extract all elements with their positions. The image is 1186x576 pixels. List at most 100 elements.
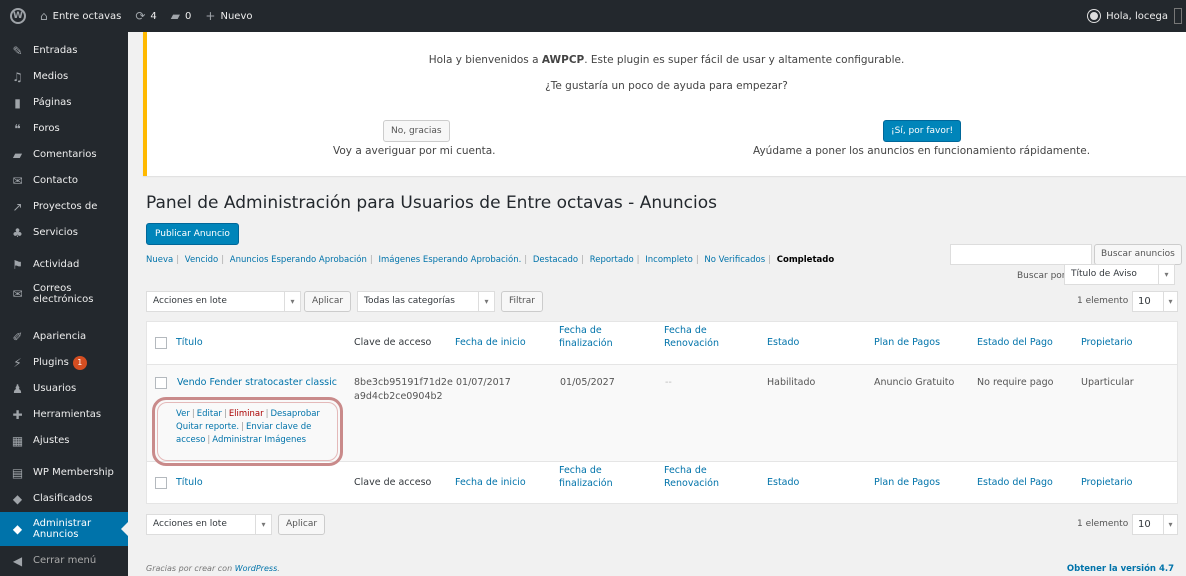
sidebar-item-herramientas[interactable]: ✚ Herramientas bbox=[0, 404, 128, 426]
updates-icon: ⟳ bbox=[135, 9, 146, 23]
sidebar-item-actividad[interactable]: ⚑ Actividad bbox=[0, 254, 128, 276]
activity-icon: ⚑ bbox=[12, 258, 23, 272]
row-checkbox[interactable] bbox=[155, 377, 167, 389]
sidebar-item-administrar-anuncios[interactable]: ◆ Administrar Anuncios bbox=[0, 512, 128, 546]
sidebar-item-servicios[interactable]: ♣ Servicios bbox=[0, 222, 128, 244]
sidebar-item-correos[interactable]: ✉ Correos electrónicos bbox=[0, 280, 128, 308]
row-actions-highlight-inner bbox=[157, 402, 338, 461]
ad-title-link[interactable]: Vendo Fender stratocaster classic bbox=[177, 377, 337, 388]
forums-icon: ❝ bbox=[14, 122, 21, 136]
sidebar-item-comentarios[interactable]: ▰ Comentarios bbox=[0, 144, 128, 166]
greeting[interactable]: Hola, locega bbox=[1106, 11, 1168, 22]
notice-question: ¿Te gustaría un poco de ayuda para empez… bbox=[545, 80, 788, 92]
chevron-down-icon: ▾ bbox=[478, 291, 494, 312]
plus-icon: + bbox=[205, 9, 216, 23]
media-icon: ♫ bbox=[12, 70, 23, 84]
filter-reportado[interactable]: Reportado bbox=[590, 255, 634, 265]
users-icon: ♟ bbox=[12, 382, 23, 396]
sidebar-item-medios[interactable]: ♫ Medios bbox=[0, 66, 128, 88]
filter-no-verificados[interactable]: No Verificados bbox=[704, 255, 765, 265]
column-end-date[interactable]: Fecha de finalización bbox=[559, 324, 613, 350]
payment-plan-value: Anuncio Gratuito bbox=[874, 377, 955, 388]
site-name-link[interactable]: ⌂ Entre octavas bbox=[40, 9, 121, 23]
column-owner[interactable]: Propietario bbox=[1081, 337, 1133, 348]
column-end-date-bottom[interactable]: Fecha de finalización bbox=[559, 464, 613, 490]
collapse-icon: ◀ bbox=[12, 554, 23, 568]
search-input[interactable] bbox=[950, 244, 1092, 265]
filter-incompleto[interactable]: Incompleto bbox=[645, 255, 693, 265]
comments-link[interactable]: ▰ 0 bbox=[171, 9, 192, 23]
avatar[interactable] bbox=[1088, 10, 1101, 22]
column-payment-plan[interactable]: Plan de Pagos bbox=[874, 337, 940, 348]
column-title-bottom[interactable]: Título bbox=[176, 477, 203, 488]
column-renewal-date[interactable]: Fecha de Renovación bbox=[664, 324, 719, 350]
column-payment-status-bottom[interactable]: Estado del Pago bbox=[977, 477, 1053, 488]
chevron-down-icon: ▾ bbox=[1163, 291, 1177, 312]
column-title[interactable]: Título bbox=[176, 337, 203, 348]
filter-awaiting-approval[interactable]: Anuncios Esperando Aprobación bbox=[230, 255, 367, 265]
filter-nueva[interactable]: Nueva bbox=[146, 255, 173, 265]
sidebar-item-usuarios[interactable]: ♟ Usuarios bbox=[0, 378, 128, 400]
column-payment-status[interactable]: Estado del Pago bbox=[977, 337, 1053, 348]
search-by-select[interactable]: Título de Aviso ▾ bbox=[1064, 264, 1175, 285]
column-access-key-bottom: Clave de acceso bbox=[354, 477, 432, 488]
publish-ad-button[interactable]: Publicar Anuncio bbox=[146, 223, 239, 245]
sidebar-item-plugins[interactable]: ⚡ Plugins 1 bbox=[0, 352, 128, 374]
access-key-line-1: 8be3cb95191f71d2e bbox=[354, 377, 453, 388]
filter-vencido[interactable]: Vencido bbox=[185, 255, 218, 265]
bulk-actions-select-bottom[interactable]: Acciones en lote ▾ bbox=[146, 514, 272, 535]
sidebar-item-entradas[interactable]: ✎ Entradas bbox=[0, 40, 128, 62]
status-value: Habilitado bbox=[767, 377, 816, 388]
filter-button[interactable]: Filtrar bbox=[501, 291, 543, 312]
sidebar-item-apariencia[interactable]: ✐ Apariencia bbox=[0, 326, 128, 348]
column-status-bottom[interactable]: Estado bbox=[767, 477, 799, 488]
column-owner-bottom[interactable]: Propietario bbox=[1081, 477, 1133, 488]
projects-icon: ↗ bbox=[12, 200, 23, 214]
wordpress-logo[interactable]: W bbox=[10, 8, 26, 24]
yes-please-description: Ayúdame a poner los anuncios en funciona… bbox=[753, 145, 1091, 157]
column-renewal-date-bottom[interactable]: Fecha de Renovación bbox=[664, 464, 719, 490]
column-payment-plan-bottom[interactable]: Plan de Pagos bbox=[874, 477, 940, 488]
search-ads-button[interactable]: Buscar anuncios bbox=[1094, 244, 1182, 265]
per-page-select-bottom[interactable]: 10 ▾ bbox=[1132, 514, 1178, 535]
filter-destacado[interactable]: Destacado bbox=[533, 255, 578, 265]
page-title: Panel de Administración para Usuarios de… bbox=[146, 193, 717, 213]
sidebar-item-proyectos[interactable]: ↗ Proyectos de bbox=[0, 196, 128, 218]
apply-button-top[interactable]: Aplicar bbox=[304, 291, 352, 312]
sidebar-item-foros[interactable]: ❝ Foros bbox=[0, 118, 128, 140]
sidebar-item-wp-membership[interactable]: ▤ WP Membership bbox=[0, 462, 128, 484]
get-version-link[interactable]: Obtener la versión 4.7 bbox=[1067, 564, 1174, 574]
apply-button-bottom[interactable]: Aplicar bbox=[278, 514, 326, 535]
item-count-bottom: 1 elemento bbox=[1077, 519, 1129, 529]
sidebar-item-ajustes[interactable]: ▦ Ajustes bbox=[0, 430, 128, 452]
column-start-date-bottom[interactable]: Fecha de inicio bbox=[455, 477, 526, 488]
sidebar-collapse-menu[interactable]: ◀ Cerrar menú bbox=[0, 550, 128, 572]
wordpress-icon: W bbox=[10, 8, 26, 24]
new-content-link[interactable]: + Nuevo bbox=[205, 9, 252, 23]
filter-images-awaiting[interactable]: Imágenes Esperando Aprobación. bbox=[378, 255, 521, 265]
filter-completado[interactable]: Completado bbox=[777, 255, 834, 265]
column-start-date[interactable]: Fecha de inicio bbox=[455, 337, 526, 348]
select-all-checkbox[interactable] bbox=[155, 337, 167, 349]
search-by-label: Buscar por: bbox=[1017, 271, 1069, 281]
chevron-down-icon: ▾ bbox=[1158, 264, 1174, 285]
payment-status-value: No require pago bbox=[977, 377, 1054, 388]
sidebar-item-paginas[interactable]: ▮ Páginas bbox=[0, 92, 128, 114]
no-thanks-button[interactable]: No, gracias bbox=[383, 120, 450, 142]
column-status[interactable]: Estado bbox=[767, 337, 799, 348]
categories-select[interactable]: Todas las categorías ▾ bbox=[357, 291, 495, 312]
start-date-value: 01/07/2017 bbox=[456, 377, 511, 388]
bulk-actions-select-top[interactable]: Acciones en lote ▾ bbox=[146, 291, 301, 312]
account-avatar[interactable] bbox=[1174, 8, 1182, 24]
owner-value: Uparticular bbox=[1081, 377, 1134, 388]
settings-icon: ▦ bbox=[11, 434, 24, 448]
yes-please-button[interactable]: ¡Sí, por favor! bbox=[883, 120, 962, 142]
select-all-checkbox-bottom[interactable] bbox=[155, 477, 167, 489]
sidebar-item-clasificados[interactable]: ◆ Clasificados bbox=[0, 488, 128, 510]
updates-link[interactable]: ⟳ 4 bbox=[135, 9, 156, 23]
column-access-key: Clave de acceso bbox=[354, 337, 432, 348]
per-page-select-top[interactable]: 10 ▾ bbox=[1132, 291, 1178, 312]
wordpress-link[interactable]: WordPress bbox=[235, 564, 278, 573]
pin-icon: ✎ bbox=[12, 44, 23, 58]
sidebar-item-contacto[interactable]: ✉ Contacto bbox=[0, 170, 128, 192]
